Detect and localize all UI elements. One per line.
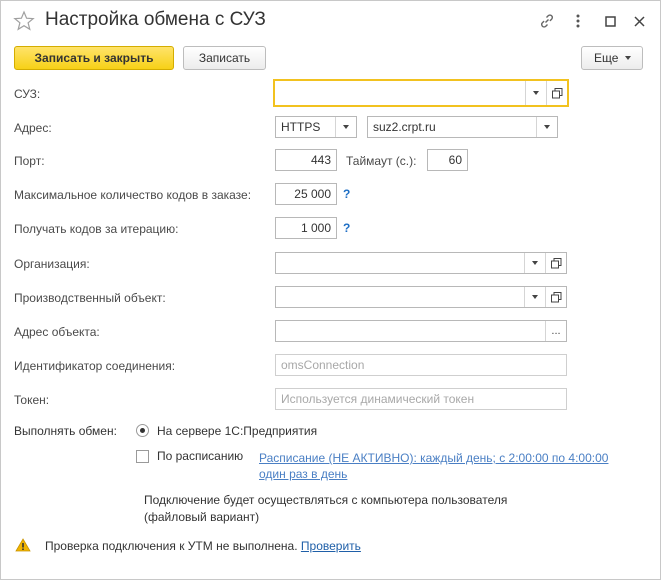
max-codes-label: Максимальное количество кодов в заказе:: [14, 188, 252, 202]
address-label: Адрес:: [14, 121, 52, 135]
organization-dropdown-button[interactable]: [524, 253, 545, 273]
open-icon: [550, 291, 561, 302]
token-label: Токен:: [14, 393, 50, 407]
radio-on-server[interactable]: [136, 424, 149, 437]
production-object-field[interactable]: [275, 286, 567, 308]
organization-open-button[interactable]: [545, 253, 566, 273]
open-icon: [551, 87, 562, 98]
link-icon[interactable]: [537, 11, 557, 31]
token-placeholder: Используется динамический токен: [281, 392, 475, 406]
star-icon[interactable]: [13, 10, 35, 32]
radio-selected-dot: [140, 428, 145, 433]
schedule-checkbox-label[interactable]: По расписанию: [157, 449, 243, 463]
organization-label: Организация:: [14, 257, 90, 271]
host-dropdown-button[interactable]: [536, 117, 557, 137]
protocol-value: HTTPS: [281, 120, 321, 134]
warning-message: Проверка подключения к УТМ не выполнена.: [45, 539, 298, 553]
schedule-checkbox[interactable]: [136, 450, 149, 463]
timeout-field[interactable]: 60: [427, 149, 468, 171]
host-select[interactable]: suz2.crpt.ru: [367, 116, 558, 138]
schedule-link[interactable]: Расписание (НЕ АКТИВНО): каждый день; с …: [259, 450, 608, 482]
codes-per-iteration-help-icon[interactable]: ?: [343, 221, 350, 235]
port-label: Порт:: [14, 154, 45, 168]
exchange-label: Выполнять обмен:: [14, 424, 117, 438]
settings-window: Настройка обмена с СУЗ Записать и закрыт…: [0, 0, 661, 580]
production-object-open-button[interactable]: [545, 287, 566, 307]
suz-dropdown-button[interactable]: [525, 81, 546, 105]
radio-on-server-label[interactable]: На сервере 1С:Предприятия: [157, 424, 317, 438]
chevron-down-icon: [343, 125, 349, 129]
open-icon: [550, 257, 561, 268]
more-icon[interactable]: [568, 11, 588, 31]
token-field[interactable]: Используется динамический токен: [275, 388, 567, 410]
object-address-select-button[interactable]: ...: [545, 321, 566, 341]
protocol-select[interactable]: HTTPS: [275, 116, 357, 138]
save-button[interactable]: Записать: [183, 46, 266, 70]
object-address-label: Адрес объекта:: [14, 325, 100, 339]
schedule-link-line2: один раз в день: [259, 467, 348, 481]
window-title: Настройка обмена с СУЗ: [45, 9, 266, 30]
production-object-dropdown-button[interactable]: [524, 287, 545, 307]
timeout-label: Таймаут (с.):: [346, 154, 417, 168]
warning-icon: [15, 538, 31, 552]
connection-note-line1: Подключение будет осуществляться с компь…: [144, 493, 508, 507]
port-field[interactable]: 443: [275, 149, 337, 171]
max-codes-field[interactable]: 25 000: [275, 183, 337, 205]
connection-id-field[interactable]: omsConnection: [275, 354, 567, 376]
timeout-value: 60: [448, 153, 462, 167]
schedule-link-line1: Расписание (НЕ АКТИВНО): каждый день; с …: [259, 451, 609, 465]
suz-open-button[interactable]: [546, 81, 567, 105]
max-codes-help-icon[interactable]: ?: [343, 187, 350, 201]
port-value: 443: [310, 153, 331, 167]
production-object-label: Производственный объект:: [14, 291, 166, 305]
chevron-down-icon: [625, 56, 632, 60]
chevron-down-icon: [532, 261, 538, 265]
warning-text: Проверка подключения к УТМ не выполнена.…: [45, 539, 361, 553]
codes-per-iteration-value: 1 000: [300, 221, 331, 235]
check-connection-link[interactable]: Проверить: [301, 539, 361, 553]
connection-note-line2: (файловый вариант): [144, 510, 260, 524]
organization-field[interactable]: [275, 252, 567, 274]
more-menu-button[interactable]: Еще: [581, 46, 643, 70]
connection-id-label: Идентификатор соединения:: [14, 359, 176, 373]
more-menu-label: Еще: [594, 51, 619, 65]
maximize-icon[interactable]: [600, 11, 620, 31]
max-codes-value: 25 000: [294, 187, 331, 201]
connection-note: Подключение будет осуществляться с компь…: [144, 492, 507, 526]
codes-per-iteration-label: Получать кодов за итерацию:: [14, 222, 179, 236]
protocol-dropdown-button[interactable]: [335, 117, 356, 137]
close-icon[interactable]: [629, 11, 649, 31]
connection-id-placeholder: omsConnection: [281, 358, 365, 372]
object-address-field[interactable]: ...: [275, 320, 567, 342]
suz-label: СУЗ:: [14, 87, 41, 101]
suz-field[interactable]: [273, 79, 569, 107]
chevron-down-icon: [533, 91, 539, 95]
chevron-down-icon: [544, 125, 550, 129]
save-and-close-button[interactable]: Записать и закрыть: [14, 46, 174, 70]
host-value: suz2.crpt.ru: [373, 120, 436, 134]
chevron-down-icon: [532, 295, 538, 299]
codes-per-iteration-field[interactable]: 1 000: [275, 217, 337, 239]
